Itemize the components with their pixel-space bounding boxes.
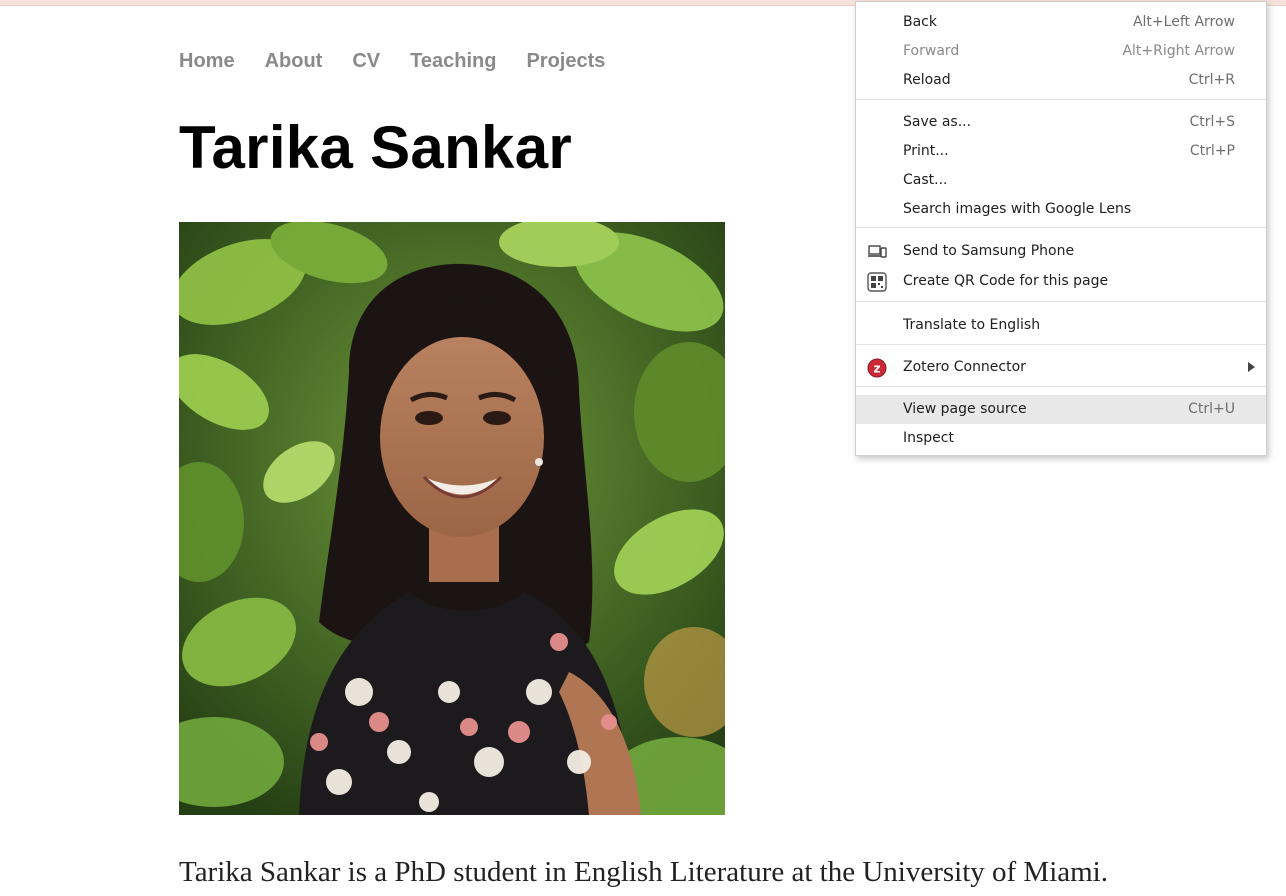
menu-google-lens-label: Search images with Google Lens: [903, 201, 1132, 217]
menu-send-to-phone-label: Send to Samsung Phone: [903, 243, 1075, 259]
menu-view-source-label: View page source: [903, 401, 1027, 417]
menu-inspect-label: Inspect: [903, 430, 954, 446]
menu-separator: [856, 386, 1266, 387]
menu-google-lens[interactable]: Search images with Google Lens: [856, 195, 1266, 224]
menu-separator: [856, 227, 1266, 228]
menu-translate-label: Translate to English: [903, 317, 1041, 333]
menu-reload[interactable]: Reload Ctrl+R: [856, 66, 1266, 95]
svg-text:z: z: [874, 362, 881, 376]
menu-view-source[interactable]: View page source Ctrl+U: [856, 395, 1266, 424]
menu-separator: [856, 99, 1266, 100]
nav-cv-link[interactable]: CV: [352, 48, 380, 74]
menu-inspect[interactable]: Inspect: [856, 424, 1266, 453]
site-nav: Home About CV Teaching Projects: [179, 48, 605, 74]
qr-code-icon: [867, 272, 887, 292]
menu-send-to-phone[interactable]: Send to Samsung Phone: [856, 237, 1266, 266]
menu-create-qr[interactable]: Create QR Code for this page: [856, 267, 1266, 296]
menu-print-shortcut: Ctrl+P: [1189, 143, 1235, 159]
menu-separator: [856, 344, 1266, 345]
menu-save-as-label: Save as...: [903, 114, 972, 130]
nav-projects-link[interactable]: Projects: [526, 48, 605, 74]
menu-separator: [856, 301, 1266, 302]
menu-print-label: Print...: [903, 143, 949, 159]
page-title: Tarika Sankar: [179, 114, 573, 181]
menu-reload-shortcut: Ctrl+R: [1188, 72, 1235, 88]
menu-save-as[interactable]: Save as... Ctrl+S: [856, 108, 1266, 137]
menu-zotero-label: Zotero Connector: [903, 359, 1026, 375]
context-menu: Back Alt+Left Arrow Forward Alt+Right Ar…: [855, 1, 1267, 456]
menu-back-label: Back: [903, 14, 937, 30]
menu-zotero[interactable]: z Zotero Connector: [856, 353, 1266, 382]
menu-forward[interactable]: Forward Alt+Right Arrow: [856, 37, 1266, 66]
menu-reload-label: Reload: [903, 72, 951, 88]
menu-forward-label: Forward: [903, 43, 960, 59]
nav-teaching-link[interactable]: Teaching: [410, 48, 496, 74]
menu-back[interactable]: Back Alt+Left Arrow: [856, 8, 1266, 37]
nav-about-link[interactable]: About: [265, 48, 323, 74]
profile-photo-illustration: [179, 222, 725, 815]
devices-icon: [867, 242, 887, 262]
menu-cast-label: Cast...: [903, 172, 948, 188]
nav-home-link[interactable]: Home: [179, 48, 235, 74]
menu-cast[interactable]: Cast...: [856, 166, 1266, 195]
menu-translate[interactable]: Translate to English: [856, 311, 1266, 340]
menu-forward-shortcut: Alt+Right Arrow: [1122, 43, 1235, 59]
menu-view-source-shortcut: Ctrl+U: [1188, 401, 1235, 417]
bio-text: Tarika Sankar is a PhD student in Englis…: [179, 856, 1108, 888]
menu-save-as-shortcut: Ctrl+S: [1189, 114, 1235, 130]
menu-back-shortcut: Alt+Left Arrow: [1132, 14, 1235, 30]
zotero-icon: z: [867, 358, 887, 378]
menu-create-qr-label: Create QR Code for this page: [903, 273, 1109, 289]
profile-photo: [179, 222, 725, 815]
submenu-arrow-icon: [1247, 361, 1256, 373]
menu-print[interactable]: Print... Ctrl+P: [856, 137, 1266, 166]
